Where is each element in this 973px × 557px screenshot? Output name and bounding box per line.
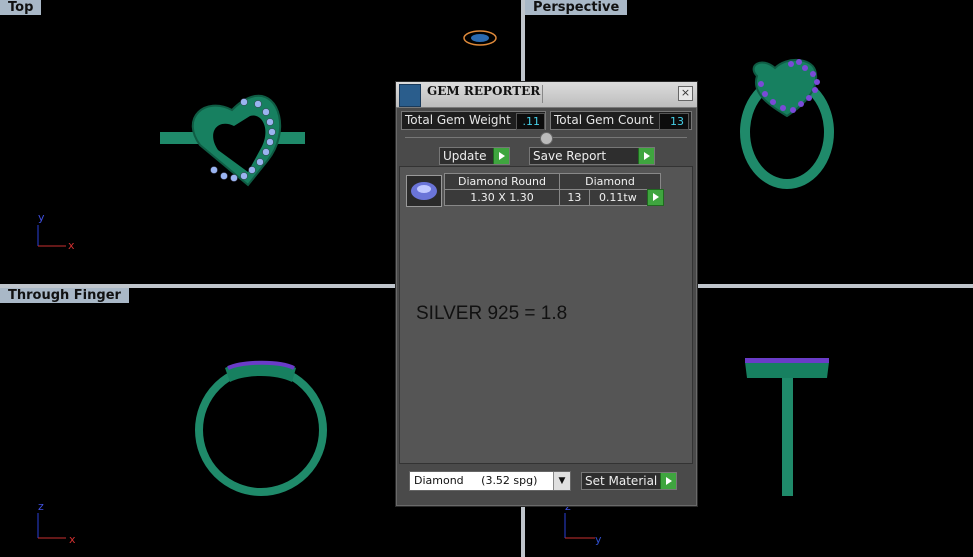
material-select[interactable]: Diamond (3.52 spg) ▼ — [409, 471, 571, 491]
gem-table: Diamond Round Diamond 1.30 X 1.30 13 0.1… — [444, 173, 662, 206]
total-gem-count-box: Total Gem Count 13 — [550, 111, 692, 130]
axis-label-finger-z: z — [38, 500, 44, 513]
close-icon[interactable]: × — [678, 86, 693, 101]
diamond-thumbnail[interactable] — [406, 175, 442, 207]
play-arrow-icon — [638, 148, 654, 164]
material-select-value: Diamond (3.52 spg) — [414, 474, 538, 487]
update-button[interactable]: Update — [439, 147, 510, 165]
dialog-titlebar[interactable]: GEM REPORTER × — [396, 82, 697, 108]
update-button-label: Update — [443, 149, 487, 163]
gem-reporter-icon — [399, 84, 421, 107]
gem-shape-cell[interactable]: Diamond Round — [444, 173, 560, 190]
total-gem-weight-label: Total Gem Weight — [405, 113, 511, 127]
metal-weight-note: SILVER 925 = 1.8 — [416, 303, 568, 324]
save-report-button-label: Save Report — [533, 149, 607, 163]
axis-label-top-y: y — [38, 211, 45, 224]
splitter-handle[interactable] — [540, 132, 553, 145]
gem-table-row: Diamond Round Diamond — [444, 173, 661, 190]
total-gem-weight-value: .11 — [516, 113, 545, 130]
set-material-button-label: Set Material — [585, 474, 658, 488]
set-material-button[interactable]: Set Material — [581, 472, 677, 490]
chevron-down-icon[interactable]: ▼ — [553, 472, 570, 490]
axis-label-finger-x: x — [69, 533, 76, 546]
total-gem-count-value: 13 — [659, 113, 689, 130]
save-report-button[interactable]: Save Report — [529, 147, 655, 165]
axis-label-top-x: x — [68, 239, 75, 252]
axis-label-side-y: y — [595, 533, 602, 546]
gem-material-cell[interactable]: Diamond — [559, 173, 661, 190]
play-arrow-icon — [493, 148, 509, 164]
play-arrow-icon — [660, 473, 676, 489]
dialog-title: GEM REPORTER — [427, 84, 541, 98]
gem-size-cell[interactable]: 1.30 X 1.30 — [444, 189, 560, 206]
titlebar-separator — [542, 85, 543, 103]
gem-count-cell[interactable]: 13 — [559, 189, 590, 206]
gem-row-play-icon[interactable] — [647, 189, 664, 206]
total-gem-count-label: Total Gem Count — [554, 113, 654, 127]
total-gem-weight-box: Total Gem Weight .11 — [401, 111, 546, 130]
gem-list[interactable]: Diamond Round Diamond 1.30 X 1.30 13 0.1… — [399, 166, 693, 464]
gem-table-row: 1.30 X 1.30 13 0.11tw — [444, 189, 662, 206]
gem-reporter-dialog: GEM REPORTER × Total Gem Weight .11 Tota… — [395, 81, 698, 507]
